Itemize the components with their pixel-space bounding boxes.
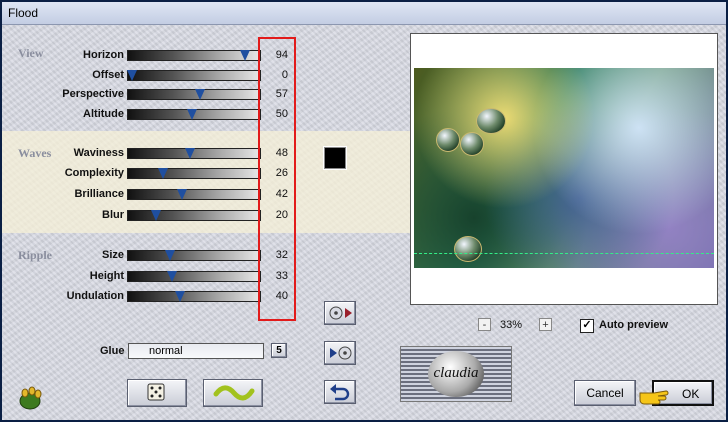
slider-thumb[interactable] (151, 210, 161, 221)
slider-thumb[interactable] (158, 168, 169, 179)
load-preset-button[interactable] (324, 301, 356, 325)
undo-button[interactable] (324, 380, 356, 404)
slider-waviness[interactable] (127, 148, 261, 159)
slider-thumb[interactable] (239, 50, 250, 61)
param-label-size: Size (101, 249, 124, 261)
preview-bubble (460, 132, 484, 156)
slider-size[interactable] (127, 250, 261, 261)
slider-height[interactable] (127, 271, 261, 282)
preview-bubble (436, 128, 460, 152)
load-preset-icon (329, 306, 352, 320)
param-label-undulation: Undulation (66, 290, 124, 302)
zoom-in-button[interactable]: + (539, 318, 552, 331)
slider-thumb[interactable] (187, 109, 197, 120)
zoom-level: 33% (500, 319, 523, 331)
claudia-logo: claudia (400, 346, 512, 402)
title-bar: Flood (2, 2, 726, 25)
cancel-button[interactable]: Cancel (574, 380, 636, 406)
logo-text: claudia (433, 365, 479, 381)
slider-blur[interactable] (127, 210, 261, 221)
slider-thumb[interactable] (195, 89, 206, 100)
auto-preview-checkbox[interactable]: ✓ (580, 319, 594, 333)
reset-button[interactable] (203, 379, 263, 407)
slider-complexity[interactable] (127, 168, 261, 179)
highlight-box (258, 37, 296, 321)
pointing-hand-icon (638, 383, 670, 407)
ok-label: OK (682, 387, 700, 401)
slider-thumb[interactable] (165, 250, 176, 261)
slider-thumb[interactable] (177, 189, 188, 200)
param-label-waviness: Waviness (73, 147, 124, 159)
random-button[interactable] (127, 379, 187, 407)
slider-horizon[interactable] (127, 50, 261, 61)
slider-thumb[interactable] (127, 70, 137, 81)
preview-bubble (454, 236, 482, 262)
slider-thumb[interactable] (184, 148, 195, 159)
dice-icon (147, 383, 165, 401)
wave-icon (213, 385, 255, 401)
slider-thumb[interactable] (175, 291, 185, 302)
flood-dialog: Flood View Waves Ripple Horizon 94 Offse… (0, 0, 728, 422)
glue-select[interactable]: normal (128, 343, 264, 359)
param-label-offset: Offset (92, 69, 124, 81)
zoom-out-button[interactable]: - (478, 318, 491, 331)
slider-thumb[interactable] (166, 271, 177, 282)
preview-bubble (476, 108, 506, 134)
preview-panel (410, 33, 718, 305)
plugin-icon[interactable] (16, 385, 44, 411)
glue-label: Glue (100, 345, 125, 357)
param-label-complexity: Complexity (64, 167, 124, 179)
preview-image (414, 68, 714, 268)
param-label-horizon: Horizon (83, 49, 124, 61)
auto-preview-label: Auto preview (599, 319, 669, 331)
save-preset-button[interactable] (324, 341, 356, 365)
glue-shortcut-button[interactable]: 5 (271, 343, 287, 358)
param-label-height: Height (89, 270, 124, 282)
slider-undulation[interactable] (127, 291, 261, 302)
slider-brilliance[interactable] (127, 189, 261, 200)
slider-offset[interactable] (127, 70, 261, 81)
color-swatch[interactable] (324, 147, 346, 169)
undo-icon (330, 384, 350, 401)
param-label-altitude: Altitude (83, 108, 124, 120)
save-preset-icon (330, 346, 352, 360)
window-title: Flood (8, 6, 39, 20)
param-label-blur: Blur (102, 209, 124, 221)
slider-perspective[interactable] (127, 89, 261, 100)
slider-altitude[interactable] (127, 109, 261, 120)
param-label-perspective: Perspective (62, 88, 124, 100)
dialog-body: View Waves Ripple Horizon 94 Offset 0 Pe… (2, 25, 726, 420)
param-label-brilliance: Brilliance (74, 188, 124, 200)
preview-guide-line (414, 253, 714, 256)
